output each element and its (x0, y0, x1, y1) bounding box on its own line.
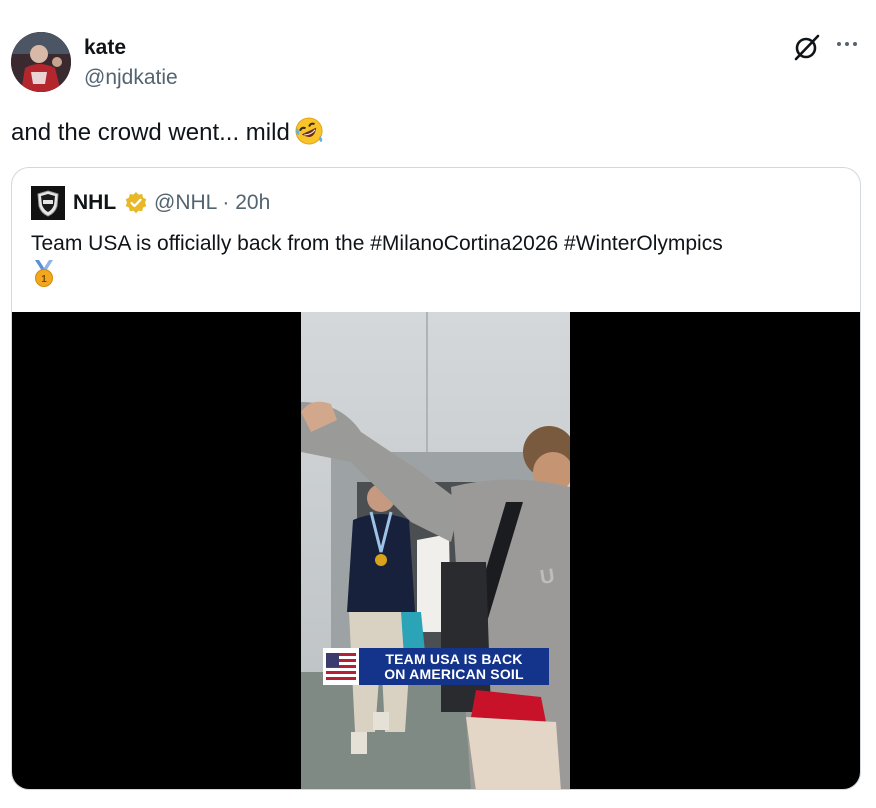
video-frame[interactable]: U TEAM USA IS BACK ON AMERICAN SOIL (301, 312, 570, 789)
tweet-text: and the crowd went... mild (11, 116, 324, 149)
video-chyron: TEAM USA IS BACK ON AMERICAN SOIL (323, 648, 549, 685)
rolling-laughing-emoji-icon (294, 116, 324, 146)
gold-medal-emoji-icon: 1 (31, 260, 57, 288)
tweet: kate @njdkatie and the crowd went... mil… (0, 0, 876, 808)
quoted-tweet-text: Team USA is officially back from the #Mi… (31, 229, 841, 288)
quoted-author-name[interactable]: NHL (73, 191, 116, 215)
svg-text:U: U (539, 565, 556, 589)
grok-icon[interactable] (793, 33, 821, 61)
author-handle[interactable]: @njdkatie (84, 66, 178, 90)
avatar-image (11, 32, 71, 92)
quoted-tweet-text-content: Team USA is officially back from the #Mi… (31, 232, 723, 255)
chyron-line-2: ON AMERICAN SOIL (384, 666, 524, 682)
svg-text:1: 1 (41, 274, 47, 285)
us-flag-icon (323, 648, 359, 685)
quoted-tweet-card[interactable]: NHL @NHL · 20h Team USA is officially ba… (11, 167, 861, 790)
tweet-text-content: and the crowd went... mild (11, 119, 290, 146)
avatar[interactable] (11, 32, 71, 92)
quoted-author-handle-time[interactable]: @NHL · 20h (154, 191, 270, 215)
video-still: U (301, 312, 570, 789)
verified-badge-icon (124, 191, 148, 215)
author-name[interactable]: kate (84, 36, 126, 60)
video-player[interactable]: U TEAM USA IS BACK ON AMERICAN SOIL (12, 312, 860, 789)
nhl-logo-icon[interactable] (31, 186, 65, 220)
more-icon[interactable] (833, 30, 861, 58)
chyron-text: TEAM USA IS BACK ON AMERICAN SOIL (359, 648, 549, 685)
chyron-line-1: TEAM USA IS BACK (385, 651, 523, 667)
